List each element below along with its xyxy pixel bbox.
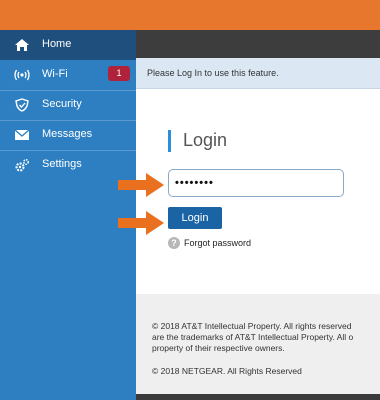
arrow-pointer-icon xyxy=(118,211,164,235)
footer-copyright-att: © 2018 AT&T Intellectual Property. All r… xyxy=(152,321,352,331)
sidebar-item-settings[interactable]: Settings xyxy=(0,150,136,180)
sidebar-item-security[interactable]: Security xyxy=(0,90,136,120)
top-banner xyxy=(0,0,380,30)
header-bar xyxy=(136,30,380,58)
password-field[interactable]: •••••••• xyxy=(168,169,344,197)
footer-trademark-text: are the trademarks of AT&T Intellectual … xyxy=(152,332,354,342)
sidebar-item-label: Security xyxy=(42,98,82,110)
sidebar-item-messages[interactable]: Messages xyxy=(0,120,136,150)
notification-badge: 1 xyxy=(108,66,130,81)
login-notice-bar: Please Log In to use this feature. xyxy=(136,58,380,89)
sidebar-item-label: Wi-Fi xyxy=(42,68,68,80)
gear-icon xyxy=(15,159,29,172)
shield-icon xyxy=(15,98,29,112)
help-icon: ? xyxy=(168,237,180,249)
title-accent-bar xyxy=(168,130,171,152)
arrow-pointer-icon xyxy=(118,173,164,197)
login-button[interactable]: Login xyxy=(168,207,222,229)
sidebar-item-home[interactable]: Home xyxy=(0,30,136,60)
footer: © 2018 AT&T Intellectual Property. All r… xyxy=(136,294,380,394)
page-title: Login xyxy=(183,130,228,150)
forgot-password-link[interactable]: Forgot password xyxy=(184,238,251,248)
envelope-icon xyxy=(14,129,30,140)
sidebar-item-wifi[interactable]: Wi-Fi 1 xyxy=(0,60,136,90)
wifi-icon xyxy=(14,69,30,81)
sidebar-item-label: Settings xyxy=(42,158,82,170)
footer-trademark-text-cont: property of their respective owners. xyxy=(152,343,285,353)
sidebar-item-label: Home xyxy=(42,38,72,50)
sidebar-item-label: Messages xyxy=(42,128,93,140)
footer-copyright-netgear: © 2018 NETGEAR. All Rights Reserved xyxy=(152,366,302,376)
password-value: •••••••• xyxy=(175,177,214,189)
bottom-edge xyxy=(136,394,380,400)
login-notice-text: Please Log In to use this feature. xyxy=(147,68,279,78)
home-icon xyxy=(15,39,29,51)
sidebar: Home Wi-Fi 1 Security Messages Settings xyxy=(0,30,136,400)
